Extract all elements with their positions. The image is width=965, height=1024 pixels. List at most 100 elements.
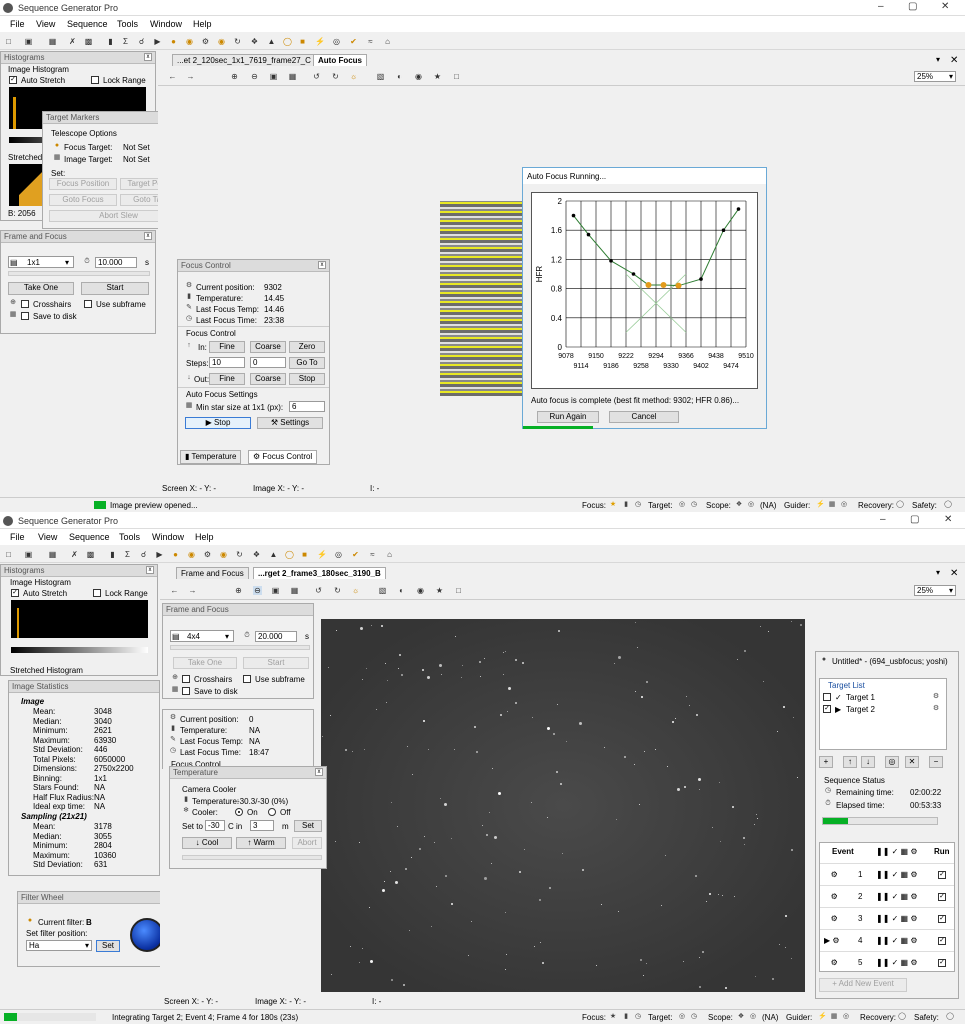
target-marker-icon[interactable]: ◉ <box>416 586 425 595</box>
auto-stretch-label[interactable]: Auto Stretch <box>21 76 65 85</box>
star-icon[interactable]: ★ <box>433 72 442 81</box>
grid-icon[interactable]: ▦ <box>290 586 299 595</box>
steps-input[interactable]: 10 <box>209 357 245 368</box>
add-event-button[interactable]: + Add New Event <box>819 978 907 992</box>
close-tab-icon[interactable]: ✕ <box>950 55 958 66</box>
focus-position-button[interactable]: Focus Position <box>49 178 117 190</box>
lock-range-checkbox[interactable] <box>93 589 101 597</box>
back-icon[interactable]: ← <box>170 586 179 595</box>
back-icon[interactable]: ← <box>168 72 177 81</box>
stop-move-button[interactable]: Stop <box>289 373 325 385</box>
home-icon[interactable]: ⌂ <box>383 37 392 46</box>
new-icon[interactable]: □ <box>4 550 13 559</box>
menu-tools[interactable]: Tools <box>117 19 138 29</box>
tools-icon[interactable]: ✗ <box>68 37 77 46</box>
light-icon[interactable]: ☼ <box>349 72 358 81</box>
cool-minutes-input[interactable]: 3 <box>250 820 274 831</box>
save-icon[interactable]: ▦ <box>48 37 57 46</box>
move-up-icon[interactable]: ↑ <box>843 756 857 768</box>
graph-icon[interactable]: ≈ <box>368 550 377 559</box>
contrast-icon[interactable]: ◐ <box>397 586 406 595</box>
start-button[interactable]: Start <box>81 282 149 295</box>
gear-icon[interactable]: ⚙ <box>203 550 212 559</box>
stats-icon[interactable]: Σ <box>123 550 132 559</box>
zoom-in-icon[interactable]: ⊕ <box>234 586 243 595</box>
filter-select[interactable]: Ha ▾ <box>26 940 92 951</box>
set-temp-input[interactable]: -30 <box>205 820 225 831</box>
target-2-label[interactable]: Target 2 <box>846 705 875 714</box>
target-marker-icon[interactable]: ◉ <box>414 72 423 81</box>
set-temp-button[interactable]: Set <box>294 820 322 832</box>
guider-icon[interactable]: ⚡ <box>315 37 325 46</box>
event-icons[interactable]: ❚❚ ✓ ▦ ⚙ <box>876 958 918 967</box>
add-target-icon[interactable]: + <box>819 756 833 768</box>
event-row[interactable]: ⚙ 5 ❚❚ ✓ ▦ ⚙ ✓ <box>820 951 954 973</box>
exposure-input[interactable]: 10.000 <box>95 257 137 268</box>
event-gear-icon[interactable]: ⚙ <box>824 914 838 923</box>
abort-button[interactable]: Abort <box>292 837 322 849</box>
exposure-input[interactable]: 20.000 <box>255 631 297 642</box>
event-icons[interactable]: ❚❚ ✓ ▦ ⚙ <box>876 892 918 901</box>
event-row[interactable]: ▶ ⚙ 4 ❚❚ ✓ ▦ ⚙ ✓ <box>820 929 954 951</box>
cooler-on-radio[interactable] <box>235 808 243 816</box>
menu-view[interactable]: View <box>38 532 57 542</box>
target-icon[interactable]: ◎ <box>885 756 899 768</box>
af-stop-button[interactable]: ▶ Stop <box>185 417 251 429</box>
event-run-checkbox[interactable]: ✓ <box>938 937 946 945</box>
set-filter-button[interactable]: Set <box>96 940 120 952</box>
crop-icon[interactable]: ▧ <box>378 586 387 595</box>
zoom-in-icon[interactable]: ⊕ <box>230 72 239 81</box>
search-icon[interactable]: ☌ <box>137 37 146 46</box>
maximize-icon[interactable]: ▢ <box>910 514 919 525</box>
tab-menu-icon[interactable]: ▾ <box>936 568 940 577</box>
forward-icon[interactable]: → <box>186 72 195 81</box>
histogram-icon[interactable]: ▮ <box>108 550 117 559</box>
tools-icon[interactable]: ✗ <box>70 550 79 559</box>
tab-image[interactable]: ...rget 2_frame3_180sec_3190_B <box>253 567 386 579</box>
contrast-icon[interactable]: ◐ <box>395 72 404 81</box>
min-star-input[interactable]: 6 <box>289 401 325 412</box>
event-gear-icon[interactable]: ▶ ⚙ <box>824 936 840 945</box>
dome-icon[interactable]: ▲ <box>267 37 276 46</box>
home-icon[interactable]: ⌂ <box>385 550 394 559</box>
take-one-button[interactable]: Take One <box>8 282 74 295</box>
flat-icon[interactable]: ◯ <box>285 550 294 559</box>
target-icon[interactable]: ◎ <box>332 37 341 46</box>
play-icon[interactable]: ▶ <box>153 37 162 46</box>
camera-icon[interactable]: ● <box>169 37 178 46</box>
scope-icon[interactable]: ❖ <box>252 550 261 559</box>
fit-icon[interactable]: ▣ <box>271 586 280 595</box>
cooler-off-radio[interactable] <box>268 808 276 816</box>
safety-icon[interactable]: ■ <box>300 550 309 559</box>
gear-icon[interactable]: ⚙ <box>201 37 210 46</box>
event-row[interactable]: ⚙ 3 ❚❚ ✓ ▦ ⚙ ✓ <box>820 907 954 929</box>
save-image-icon[interactable]: □ <box>454 586 463 595</box>
rotate-right-icon[interactable]: ↻ <box>333 586 342 595</box>
filter-icon[interactable]: ◉ <box>187 550 196 559</box>
rotate-left-icon[interactable]: ↺ <box>314 586 323 595</box>
close-icon[interactable]: x <box>144 53 152 61</box>
move-down-icon[interactable]: ↓ <box>861 756 875 768</box>
filter-icon[interactable]: ◉ <box>185 37 194 46</box>
close-icon[interactable]: x <box>144 232 152 240</box>
zoom-select[interactable]: 25% ▾ <box>914 585 956 596</box>
event-icons[interactable]: ❚❚ ✓ ▦ ⚙ <box>876 936 918 945</box>
gear-icon[interactable]: ⚙ <box>932 705 940 713</box>
zoom-out-icon[interactable]: ⊖ <box>253 586 262 595</box>
event-gear-icon[interactable]: ⚙ <box>824 958 838 967</box>
close-icon[interactable]: ✕ <box>941 1 949 12</box>
close-icon[interactable]: x <box>146 566 154 574</box>
save-image-icon[interactable]: □ <box>452 72 461 81</box>
scope-icon[interactable]: ❖ <box>250 37 259 46</box>
search-icon[interactable]: ☌ <box>139 550 148 559</box>
tab-auto-focus[interactable]: Auto Focus <box>313 54 367 66</box>
target-1-checkbox[interactable] <box>823 693 831 701</box>
menu-window[interactable]: Window <box>150 19 182 29</box>
open-icon[interactable]: ▣ <box>24 37 33 46</box>
menu-sequence[interactable]: Sequence <box>67 19 108 29</box>
check-icon[interactable]: ✔ <box>351 550 360 559</box>
close-tab-icon[interactable]: ✕ <box>950 568 958 579</box>
event-gear-icon[interactable]: ⚙ <box>824 892 838 901</box>
menu-view[interactable]: View <box>36 19 55 29</box>
menu-tools[interactable]: Tools <box>119 532 140 542</box>
